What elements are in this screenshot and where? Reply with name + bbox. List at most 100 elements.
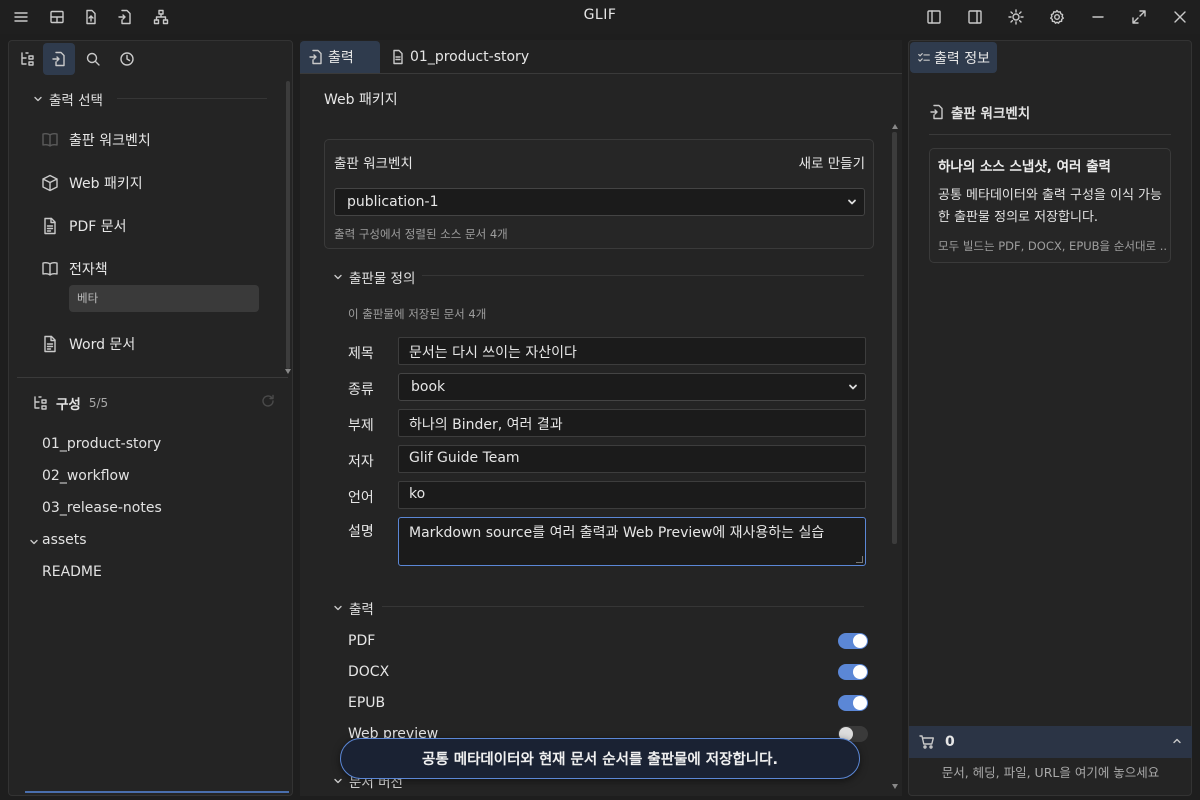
sun-icon[interactable] xyxy=(1004,5,1028,29)
search-icon[interactable] xyxy=(77,43,109,75)
title-bar: GLIF xyxy=(0,0,1200,34)
chevron-down-icon xyxy=(849,384,857,390)
docx-toggle[interactable] xyxy=(838,664,868,680)
export-icon xyxy=(930,104,943,120)
cart-icon xyxy=(919,734,935,750)
nav-publication-workbench[interactable]: 출판 워크벤치 xyxy=(41,130,151,150)
tree-folder-assets[interactable]: assets xyxy=(42,532,87,548)
package-icon xyxy=(42,174,58,192)
author-input[interactable]: Glif Guide Team xyxy=(398,445,866,473)
left-sidebar: 출력 선택 출판 워크벤치 Web 패키지 PDF 문서 전자책 베타 Word… xyxy=(8,40,293,796)
scroll-up-arrow-icon[interactable] xyxy=(892,124,898,129)
checklist-icon xyxy=(918,52,930,62)
workbench-card: 출판 워크벤치 새로 만들기 publication-1 출력 구성에서 정렬된… xyxy=(324,139,874,249)
maximize-icon[interactable] xyxy=(1127,5,1151,29)
book-open-icon xyxy=(42,133,58,147)
output-title: 출력 xyxy=(349,602,374,618)
cart-bar[interactable]: 0 xyxy=(909,726,1192,758)
section-divider xyxy=(117,98,267,99)
gear-icon[interactable] xyxy=(1045,5,1069,29)
cart-count: 0 xyxy=(945,734,955,750)
nav-label: PDF 문서 xyxy=(69,219,127,235)
nav-label: Word 문서 xyxy=(69,337,136,353)
tree-item[interactable]: README xyxy=(42,564,102,580)
page-title: Web 패키지 xyxy=(324,92,398,108)
export-section-header[interactable]: 출력 선택 xyxy=(33,89,103,109)
config-count: 5/5 xyxy=(88,396,109,410)
language-input[interactable]: ko xyxy=(398,481,866,509)
chevron-down-icon[interactable] xyxy=(29,537,39,547)
new-publication-button[interactable]: 새로 만들기 xyxy=(799,152,865,172)
outline-icon xyxy=(34,396,47,410)
publication-select[interactable]: publication-1 xyxy=(334,188,865,216)
file-text-icon xyxy=(44,217,56,235)
panel-divider xyxy=(17,377,288,378)
info-card: 하나의 소스 스냅샷, 여러 출력 공통 메타데이터와 출력 구성을 이식 가능… xyxy=(929,148,1171,263)
nav-label: Web 패키지 xyxy=(69,176,143,192)
definition-hint: 이 출판물에 저장된 문서 4개 xyxy=(348,307,487,321)
config-header: 구성 5/5 xyxy=(32,393,108,413)
output-label: DOCX xyxy=(348,664,390,680)
file-text-icon xyxy=(44,335,56,353)
nav-ebook[interactable]: 전자책 xyxy=(41,259,108,279)
tab-label: 출력 xyxy=(328,50,354,66)
nav-word[interactable]: Word 문서 xyxy=(41,334,135,354)
drop-zone-hint[interactable]: 문서, 헤딩, 파일, URL을 여기에 놓으세요 xyxy=(909,762,1192,781)
card-hint: 출력 구성에서 정렬된 소스 문서 4개 xyxy=(334,227,508,241)
section-divider xyxy=(422,275,864,276)
right-sidebar: 출력 정보 출판 워크벤치 하나의 소스 스냅샷, 여러 출력 공통 메타데이터… xyxy=(908,40,1192,796)
output-label: EPUB xyxy=(348,695,386,711)
workbench-header: 출판 워크벤치 xyxy=(929,102,1030,122)
field-label: 저자 xyxy=(348,454,374,470)
tab-output[interactable]: 출력 xyxy=(300,41,380,73)
pdf-toggle[interactable] xyxy=(838,633,868,649)
title-input[interactable]: 문서는 다시 쓰이는 자산이다 xyxy=(398,337,866,365)
tab-label: 01_product-story xyxy=(410,49,530,65)
history-icon[interactable] xyxy=(111,43,143,75)
section-divider xyxy=(382,606,864,607)
output-section-header[interactable]: 출력 xyxy=(333,598,374,618)
minimize-icon[interactable] xyxy=(1086,5,1110,29)
refresh-icon[interactable] xyxy=(260,393,276,409)
field-label: 부제 xyxy=(348,418,374,434)
toggle-left-sidebar-icon[interactable] xyxy=(922,5,946,29)
definition-section-header[interactable]: 출판물 정의 xyxy=(333,267,415,287)
tree-item[interactable]: 01_product-story xyxy=(42,436,161,452)
info-card-note: 모두 빌드는 PDF, DOCX, EPUB을 순서대로 ... xyxy=(938,239,1166,253)
nav-web-package[interactable]: Web 패키지 xyxy=(41,173,143,193)
field-label: 종류 xyxy=(348,382,374,398)
close-icon[interactable] xyxy=(1168,5,1192,29)
nav-pdf[interactable]: PDF 문서 xyxy=(41,216,127,236)
chevron-down-icon xyxy=(334,778,342,784)
toggle-right-sidebar-icon[interactable] xyxy=(963,5,987,29)
field-label: 설명 xyxy=(348,524,374,540)
focus-indicator xyxy=(25,791,289,793)
file-text-icon xyxy=(393,49,403,65)
section-divider xyxy=(929,134,1171,135)
export-icon[interactable] xyxy=(43,43,75,75)
tab-output-info[interactable]: 출력 정보 xyxy=(910,42,997,73)
chevron-down-icon xyxy=(848,199,856,205)
chevron-down-icon xyxy=(334,605,342,611)
type-select[interactable]: book xyxy=(398,373,866,401)
publication-select-value: publication-1 xyxy=(347,194,439,210)
workbench-title: 출판 워크벤치 xyxy=(951,106,1031,122)
nav-label: 전자책 xyxy=(69,262,108,278)
description-textarea[interactable]: Markdown source를 여러 출력과 Web Preview에 재사용… xyxy=(398,517,866,566)
chevron-up-icon[interactable] xyxy=(1172,736,1182,746)
card-title: 출판 워크벤치 xyxy=(334,156,413,172)
scrollbar[interactable] xyxy=(286,81,290,369)
tab-product-story[interactable]: 01_product-story xyxy=(382,41,537,73)
scroll-down-arrow-icon[interactable] xyxy=(285,369,291,374)
scroll-down-arrow-icon[interactable] xyxy=(892,784,898,789)
tree-item[interactable]: 02_workflow xyxy=(42,468,130,484)
main-editor: 출력 01_product-story Web 패키지 출판 워크벤치 새로 만… xyxy=(300,40,902,796)
resize-handle-icon[interactable] xyxy=(856,556,863,563)
info-card-body: 공통 메타데이터와 출력 구성을 이식 가능한 출판물 정의로 저장합니다. xyxy=(938,188,1162,225)
scrollbar[interactable] xyxy=(892,132,897,544)
outline-icon[interactable] xyxy=(11,43,43,75)
epub-toggle[interactable] xyxy=(838,695,868,711)
chevron-down-icon xyxy=(34,96,42,102)
tree-item[interactable]: 03_release-notes xyxy=(42,500,162,516)
subtitle-input[interactable]: 하나의 Binder, 여러 결과 xyxy=(398,409,866,437)
